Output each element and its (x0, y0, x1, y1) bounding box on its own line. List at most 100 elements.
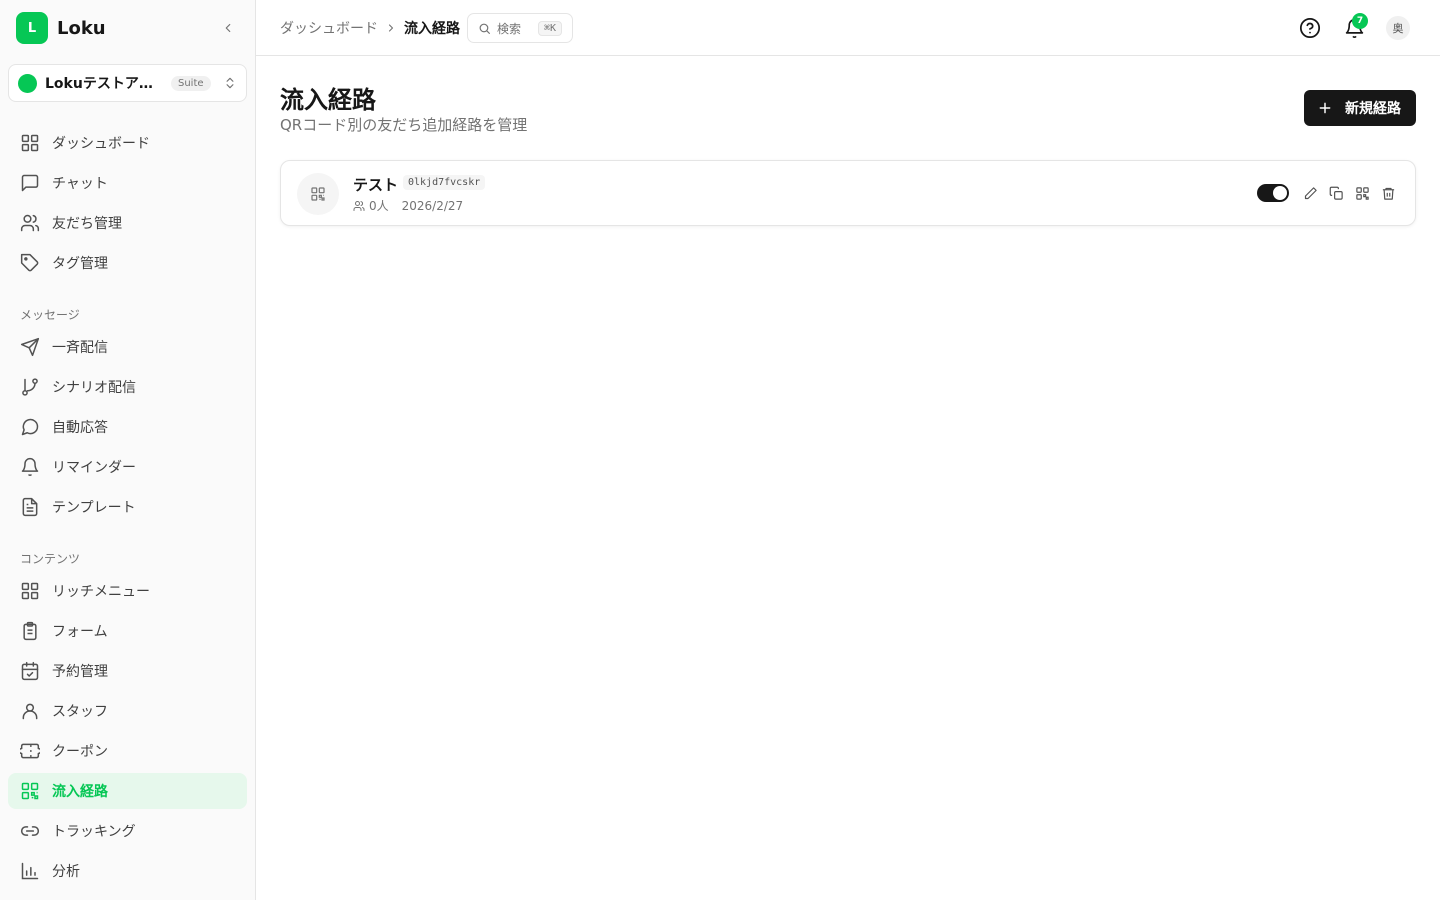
nav-reminder[interactable]: リマインダー (8, 449, 247, 485)
toggle-knob (1273, 186, 1287, 200)
chevrons-up-down-icon (226, 77, 234, 89)
calendar-check-icon (20, 661, 40, 681)
nav-label: フォーム (52, 624, 108, 640)
nav-friends[interactable]: 友だち管理 (8, 205, 247, 241)
search-button[interactable]: 検索 ⌘K (467, 13, 573, 43)
search-icon (479, 23, 490, 34)
users-icon (353, 200, 365, 211)
pencil-icon (1304, 186, 1317, 199)
nav-label: タグ管理 (52, 256, 108, 272)
qr-code-icon (297, 173, 339, 215)
nav-tags[interactable]: タグ管理 (8, 245, 247, 281)
show-qr-button[interactable] (1353, 184, 1371, 202)
search-label: 検索 (497, 21, 522, 36)
nav-reservation[interactable]: 予約管理 (8, 653, 247, 689)
nav-tracking[interactable]: トラッキング (8, 813, 247, 849)
nav-label: 流入経路 (52, 784, 108, 800)
delete-route-button[interactable] (1379, 184, 1397, 202)
collapse-sidebar-button[interactable] (216, 16, 240, 40)
nav-coupon[interactable]: クーポン (8, 733, 247, 769)
file-text-icon (20, 497, 40, 517)
nav-rich-menu[interactable]: リッチメニュー (8, 573, 247, 609)
nav-label: 自動応答 (52, 420, 108, 436)
bar-chart-icon (20, 861, 40, 881)
section-label-contents: コンテンツ (20, 552, 81, 566)
account-name: Lokuテストアカ... (45, 76, 161, 92)
breadcrumb-home-link[interactable]: ダッシュボード (280, 18, 378, 38)
nav-label: 友だち管理 (52, 216, 122, 232)
breadcrumb-current: 流入経路 (404, 21, 460, 37)
nav-label: テンプレート (52, 500, 136, 516)
message-circle-icon (20, 417, 40, 437)
nav-label: シナリオ配信 (52, 380, 136, 396)
route-card[interactable]: テスト 0lkjd7fvcskr 0人 2026/2/27 (280, 160, 1416, 226)
chevron-left-icon (225, 23, 231, 33)
qr-code-icon (20, 781, 40, 801)
clipboard-icon (20, 621, 40, 641)
nav-dashboard[interactable]: ダッシュボード (8, 125, 247, 161)
top-bar: ダッシュボード 流入経路 検索 ⌘K 7 奥 (256, 0, 1440, 56)
message-square-icon (20, 173, 40, 193)
account-avatar (18, 73, 37, 93)
edit-route-button[interactable] (1301, 184, 1319, 202)
help-circle-icon (1299, 17, 1321, 39)
nav-label: 分析 (52, 864, 80, 880)
new-route-button-label: 新規経路 (1345, 101, 1401, 117)
route-name: テスト (353, 176, 399, 194)
nav-chat[interactable]: チャット (8, 165, 247, 201)
nav-label: トラッキング (52, 824, 136, 840)
ticket-icon (20, 741, 40, 761)
git-branch-icon (20, 377, 40, 397)
nav-form[interactable]: フォーム (8, 613, 247, 649)
nav-template[interactable]: テンプレート (8, 489, 247, 525)
route-date: 2026/2/27 (401, 198, 464, 213)
nav-label: リッチメニュー (52, 584, 150, 600)
nav-analytics[interactable]: 分析 (8, 853, 247, 889)
bell-icon (20, 457, 40, 477)
user-icon (20, 701, 40, 721)
nav-label: ダッシュボード (52, 136, 150, 152)
nav-label: 予約管理 (52, 664, 108, 680)
copy-route-button[interactable] (1327, 184, 1345, 202)
link-icon (20, 821, 40, 841)
nav-label: スタッフ (52, 704, 108, 720)
copy-icon (1329, 186, 1343, 200)
nav-auto-reply[interactable]: 自動応答 (8, 409, 247, 445)
route-meta: 0人 2026/2/27 (353, 197, 463, 214)
brand-name: Loku (57, 17, 106, 39)
section-label-messages: メッセージ (20, 308, 80, 322)
brand[interactable]: L Loku (16, 12, 106, 44)
route-active-toggle[interactable] (1257, 184, 1289, 202)
nav-label: リマインダー (52, 460, 136, 476)
plus-icon (1319, 102, 1331, 114)
chevron-right-icon (385, 22, 397, 34)
tag-icon (20, 253, 40, 273)
notification-count-badge: 7 (1352, 13, 1368, 29)
account-switcher[interactable]: Lokuテストアカ... Suite (8, 64, 247, 102)
nav-label: チャット (52, 176, 108, 192)
layout-grid-icon (20, 133, 40, 153)
page-title: 流入経路 (280, 86, 376, 114)
user-avatar[interactable]: 奥 (1386, 16, 1410, 40)
layout-grid-icon (20, 581, 40, 601)
sidebar: L Loku Lokuテストアカ... Suite ダッシュボード チャット 友… (0, 0, 256, 900)
page-subtitle: QRコード別の友だち追加経路を管理 (280, 116, 528, 134)
new-route-button[interactable]: 新規経路 (1304, 90, 1416, 126)
nav-staff[interactable]: スタッフ (8, 693, 247, 729)
nav-scenario[interactable]: シナリオ配信 (8, 369, 247, 405)
route-friend-count: 0人 (369, 199, 389, 213)
send-icon (20, 337, 40, 357)
users-icon (20, 213, 40, 233)
breadcrumb: ダッシュボード 流入経路 (280, 18, 460, 38)
qr-code-icon (1355, 186, 1369, 200)
help-button[interactable] (1298, 16, 1322, 40)
nav-label: クーポン (52, 744, 108, 760)
route-code: 0lkjd7fvcskr (403, 175, 486, 190)
nav-broadcast[interactable]: 一斉配信 (8, 329, 247, 365)
trash-icon (1382, 187, 1394, 200)
brand-logo: L (16, 12, 48, 44)
search-shortcut: ⌘K (537, 20, 562, 36)
plan-badge: Suite (171, 75, 211, 91)
nav-label: 一斉配信 (52, 340, 108, 356)
nav-inflow-route[interactable]: 流入経路 (8, 773, 247, 809)
